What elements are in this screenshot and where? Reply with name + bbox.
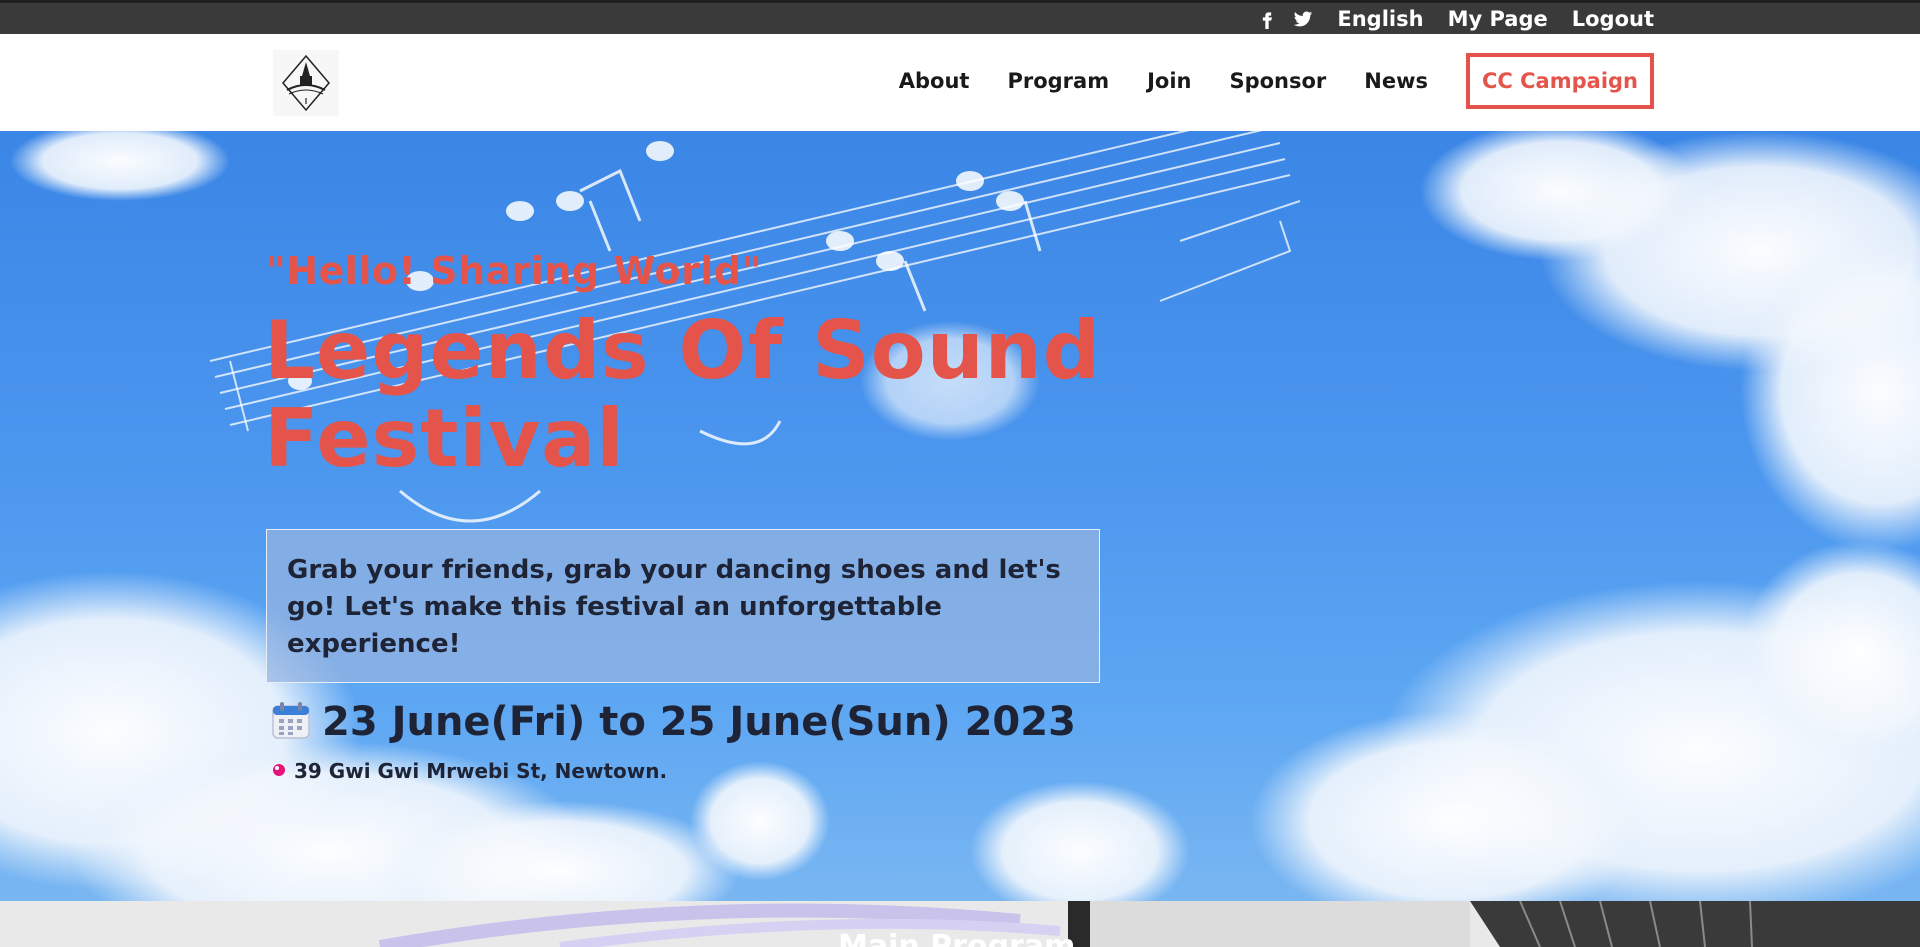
twitter-icon[interactable] (1293, 9, 1313, 29)
logout-link[interactable]: Logout (1572, 7, 1654, 31)
festival-logo-icon[interactable] (268, 45, 344, 121)
event-date: 23 June(Fri) to 25 June(Sun) 2023 (322, 699, 1076, 745)
top-utility-links: English My Page Logout (1257, 3, 1654, 34)
language-selector[interactable]: English (1337, 7, 1423, 31)
social-links (1257, 9, 1313, 29)
cc-campaign-button[interactable]: CC Campaign (1466, 53, 1654, 109)
main-program-section: Main Program (0, 901, 1920, 947)
site-header: About Program Join Sponsor News CC Campa… (0, 34, 1920, 131)
top-utility-bar: English My Page Logout (0, 0, 1920, 34)
event-date-row: 23 June(Fri) to 25 June(Sun) 2023 (270, 699, 1076, 745)
hero-title: Legends Of Sound Festival (264, 304, 1101, 485)
hero-description-box: Grab your friends, grab your dancing sho… (266, 529, 1100, 683)
event-location: 39 Gwi Gwi Mrwebi St, Newtown. (294, 759, 668, 783)
sky-music-background (0, 131, 1920, 901)
section-title: Main Program (838, 929, 1076, 947)
facebook-icon[interactable] (1257, 9, 1277, 29)
location-pin-icon (272, 762, 286, 781)
hero-description: Grab your friends, grab your dancing sho… (287, 555, 1061, 659)
nav-join[interactable]: Join (1147, 69, 1191, 93)
nav-sponsor[interactable]: Sponsor (1229, 69, 1326, 93)
calendar-icon (270, 699, 312, 745)
hero-tagline: "Hello! Sharing World" (266, 249, 762, 293)
nav-program[interactable]: Program (1007, 69, 1109, 93)
main-navigation: About Program Join Sponsor News CC Campa… (899, 51, 1654, 111)
hero-banner: "Hello! Sharing World" Legends Of Sound … (0, 131, 1920, 901)
nav-news[interactable]: News (1364, 69, 1428, 93)
event-location-row: 39 Gwi Gwi Mrwebi St, Newtown. (272, 759, 667, 783)
my-page-link[interactable]: My Page (1448, 7, 1548, 31)
nav-about[interactable]: About (899, 69, 970, 93)
